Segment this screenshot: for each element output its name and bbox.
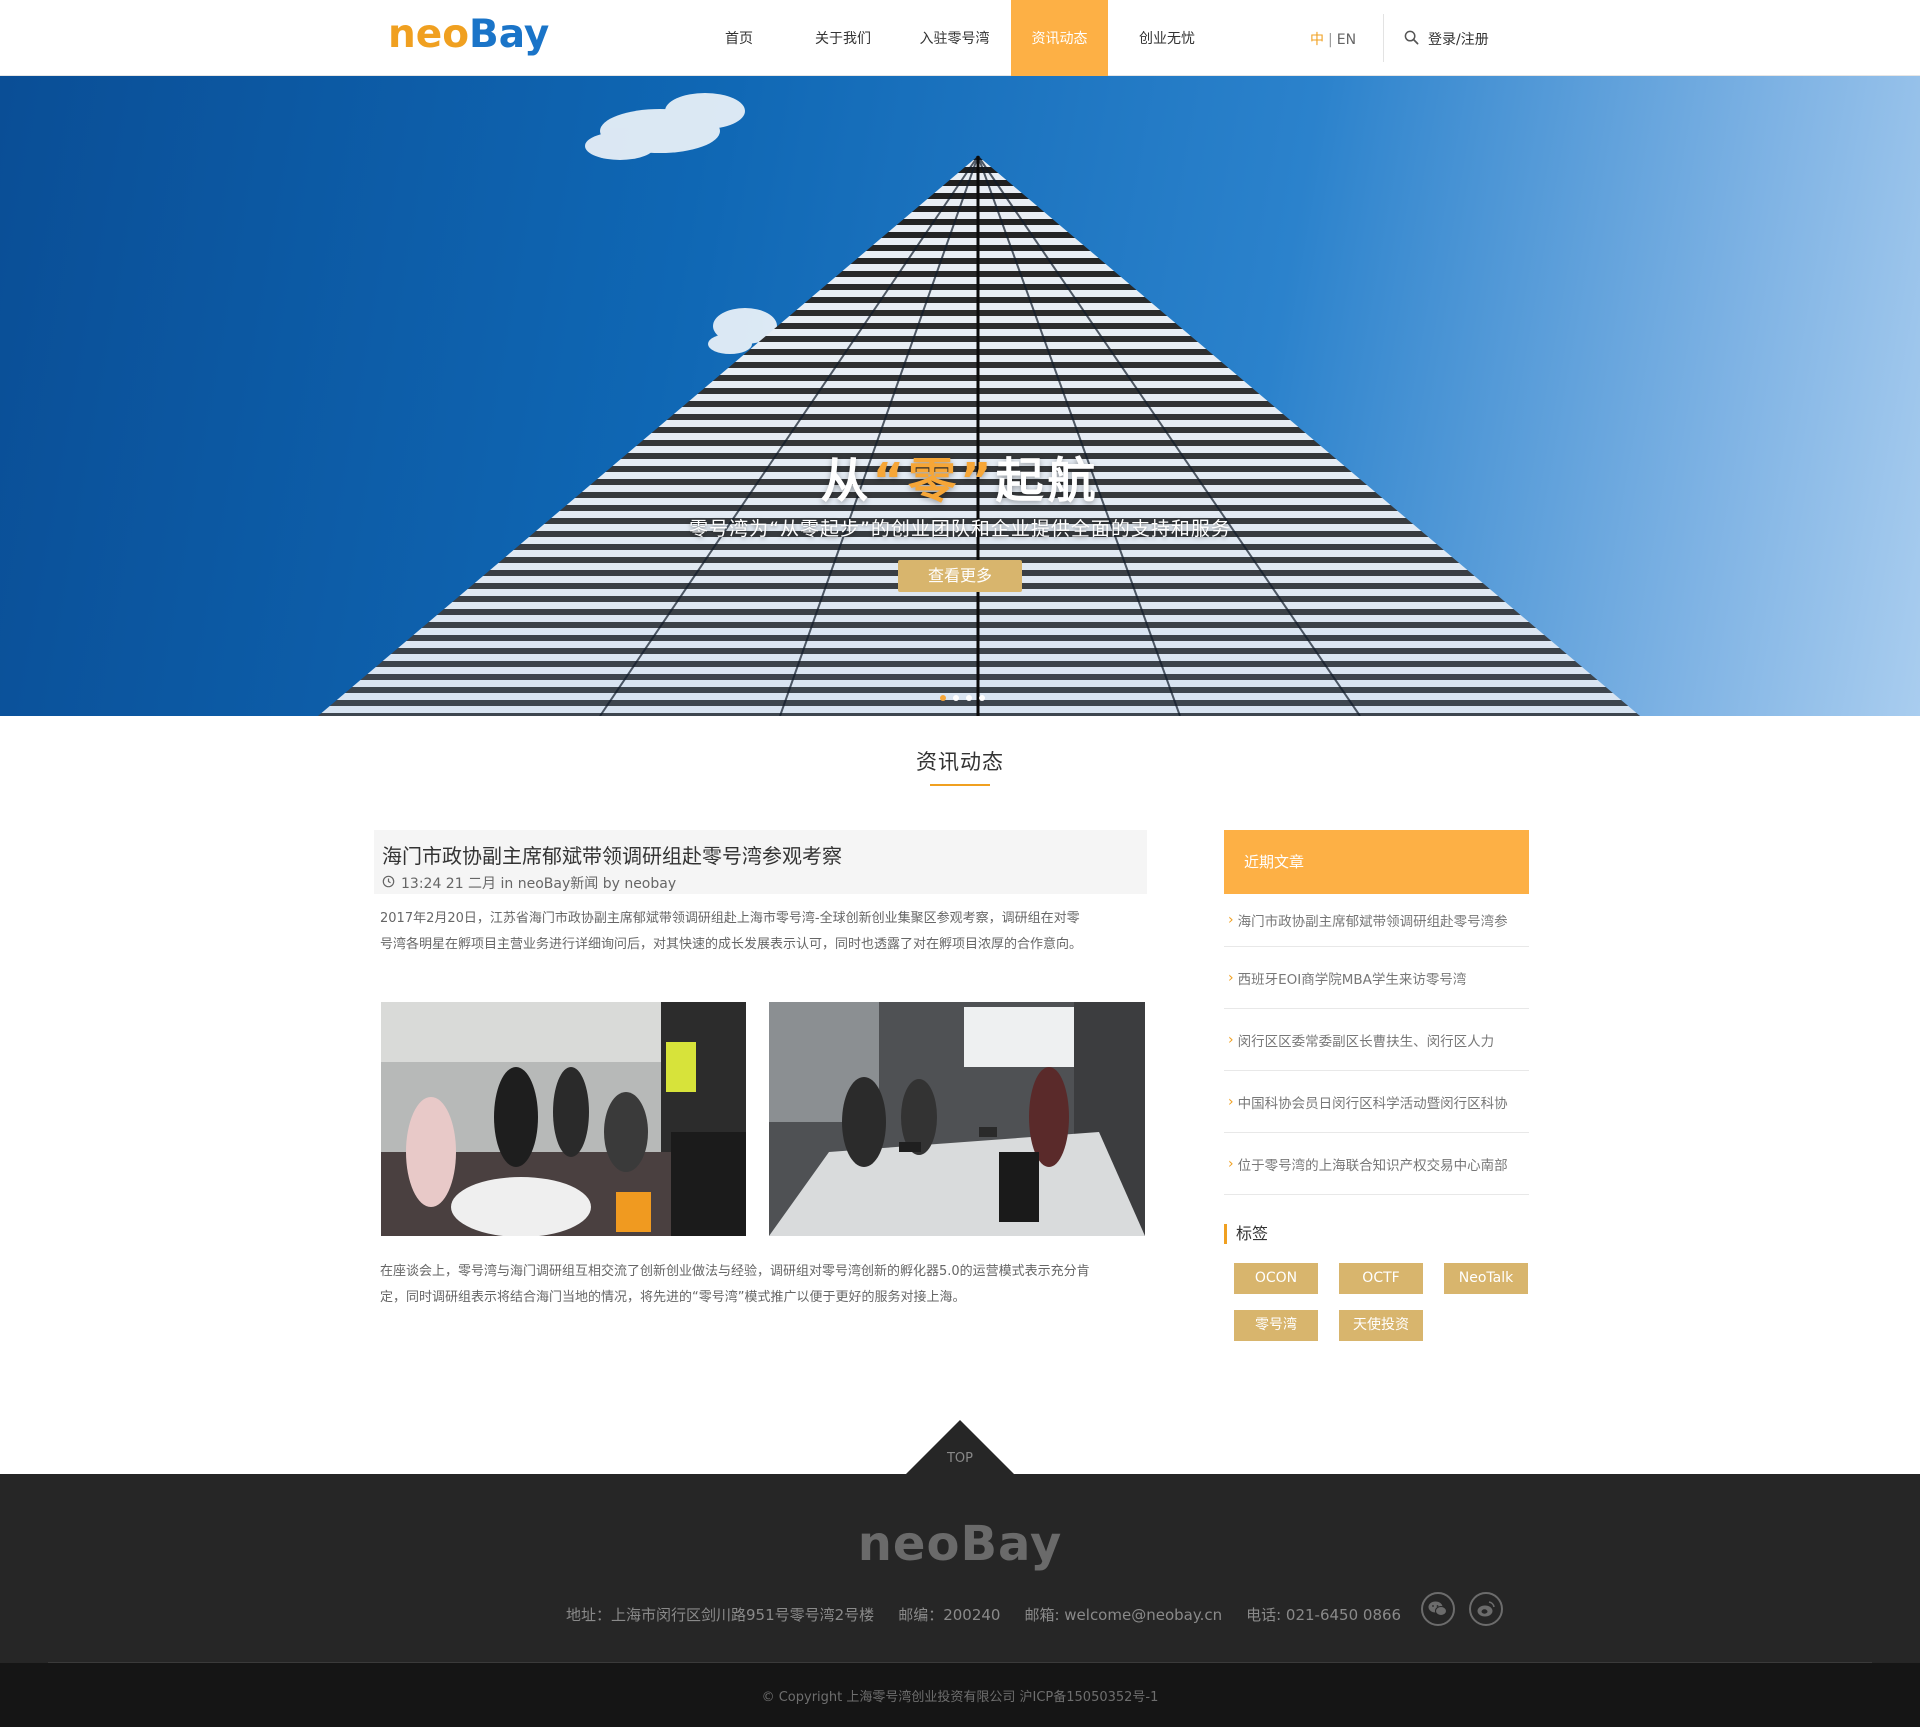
tag-neotalk[interactable]: NeoTalk: [1444, 1263, 1528, 1294]
site-header: neoBay 首页 关于我们 入驻零号湾 资讯动态 创业无忧 中 | EN 登录/注…: [0, 0, 1920, 76]
recent-post-title: 中国科协会员日闵行区科学活动暨闵行区科协: [1237, 1095, 1508, 1112]
tag-octf[interactable]: OCTF: [1339, 1263, 1423, 1294]
recent-post-item[interactable]: › 位于零号湾的上海联合知识产权交易中心南部: [1224, 1133, 1529, 1195]
hero-title-post: 起航: [995, 453, 1100, 509]
carousel-dot[interactable]: [966, 695, 972, 701]
section-underline: [930, 784, 990, 786]
article-paragraph-1: 2017年2月20日，江苏省海门市政协副主席郁斌带领调研组赴上海市零号湾-全球创…: [380, 906, 1150, 958]
chevron-right-icon: ›: [1228, 1031, 1234, 1048]
search-icon[interactable]: [1404, 30, 1419, 49]
main-nav: 首页 关于我们 入驻零号湾 资讯动态 创业无忧: [690, 0, 1226, 76]
tags-header: 标签: [1224, 1224, 1268, 1244]
language-switch: 中 | EN: [1310, 29, 1356, 49]
article-photo-1: [381, 1002, 746, 1236]
recent-post-item[interactable]: › 西班牙EOI商学院MBA学生来访零号湾: [1224, 947, 1529, 1009]
footer-phone: 电话: 021-6450 0866: [1246, 1606, 1402, 1624]
copyright-text: © Copyright 上海零号湾创业投资有限公司 沪ICP备15050352号…: [761, 1690, 1159, 1705]
hero-title-highlight: “零”: [872, 453, 996, 509]
footer-logo: neoBay: [857, 1516, 1063, 1572]
recent-post-title: 西班牙EOI商学院MBA学生来访零号湾: [1237, 971, 1467, 988]
tag-ocon[interactable]: OCON: [1234, 1263, 1318, 1294]
header-divider: [1383, 14, 1384, 62]
hero-subtitle: 零号湾为“从零起步”的创业团队和企业提供全面的支持和服务: [689, 518, 1231, 540]
nav-item-startup[interactable]: 创业无忧: [1108, 0, 1226, 76]
carousel-dot[interactable]: [953, 695, 959, 701]
recent-post-item[interactable]: › 海门市政协副主席郁斌带领调研组赴零号湾参: [1224, 894, 1529, 947]
hero-building-image: [318, 93, 1640, 716]
footer-contact-info: 地址：上海市闵行区剑川路951号零号湾2号楼 邮编：200240 邮箱: wel…: [566, 1604, 1401, 1625]
wechat-icon[interactable]: [1421, 1592, 1455, 1626]
clock-icon: [382, 875, 395, 892]
nav-item-home[interactable]: 首页: [690, 0, 788, 76]
nav-item-news[interactable]: 资讯动态: [1011, 0, 1108, 76]
footer-postcode: 邮编：200240: [898, 1606, 1001, 1624]
copyright-bar: © Copyright 上海零号湾创业投资有限公司 沪ICP备15050352号…: [0, 1663, 1920, 1727]
article-meta: 13:24 21 二月 in neoBay新闻 by neobay: [382, 873, 1139, 893]
hero-title-pre: 从: [820, 453, 873, 509]
recent-posts-header: 近期文章: [1224, 830, 1529, 894]
hero-banner: 从“零”起航 零号湾为“从零起步”的创业团队和企业提供全面的支持和服务 查看更多: [0, 76, 1920, 716]
cloud-shapes: [585, 93, 777, 354]
tag-neobay[interactable]: 零号湾: [1234, 1310, 1318, 1341]
recent-posts-list: › 海门市政协副主席郁斌带领调研组赴零号湾参 › 西班牙EOI商学院MBA学生来访零…: [1224, 894, 1529, 1195]
article-photo-2: [769, 1002, 1145, 1236]
footer-email[interactable]: 邮箱: welcome@neobay.cn: [1024, 1604, 1222, 1625]
section-title: 资讯动态: [916, 750, 1004, 774]
article-title[interactable]: 海门市政协副主席郁斌带领调研组赴零号湾参观考察: [382, 840, 1139, 869]
article-meta-text: 13:24 21 二月 in neoBay新闻 by neobay: [401, 876, 677, 892]
nav-item-about[interactable]: 关于我们: [788, 0, 898, 76]
logo-bay: Bay: [469, 12, 550, 57]
paragraph-line: 定，同时调研组表示将结合海门当地的情况，将先进的“零号湾”模式推广以便于更好的服…: [380, 1290, 966, 1305]
recent-post-item[interactable]: › 中国科协会员日闵行区科学活动暨闵行区科协: [1224, 1071, 1529, 1133]
view-more-button[interactable]: 查看更多: [898, 560, 1022, 592]
weibo-icon[interactable]: [1469, 1592, 1503, 1626]
lang-zh-link[interactable]: 中: [1310, 32, 1324, 48]
recent-post-title: 位于零号湾的上海联合知识产权交易中心南部: [1237, 1157, 1508, 1174]
chevron-right-icon: ›: [1228, 1155, 1234, 1172]
chevron-right-icon: ›: [1228, 1093, 1234, 1110]
recent-post-title: 海门市政协副主席郁斌带领调研组赴零号湾参: [1237, 914, 1508, 930]
paragraph-line: 号湾各明星在孵项目主营业务进行详细询问后，对其快速的成长发展表示认可，同时也透露…: [380, 937, 1083, 952]
carousel-dots: [940, 695, 985, 701]
lang-separator: |: [1328, 32, 1333, 48]
carousel-dot[interactable]: [940, 695, 946, 701]
nav-item-join[interactable]: 入驻零号湾: [898, 0, 1011, 76]
login-label: 登录/注册: [1428, 32, 1489, 48]
paragraph-line: 在座谈会上，零号湾与海门调研组互相交流了创新创业做法与经验，调研组对零号湾创新的…: [380, 1264, 1090, 1279]
chevron-right-icon: ›: [1228, 969, 1234, 986]
recent-post-item[interactable]: › 闵行区区委常委副区长曹扶生、闵行区人力: [1224, 1009, 1529, 1071]
carousel-dot[interactable]: [979, 695, 985, 701]
tag-angel-investment[interactable]: 天使投资: [1339, 1310, 1423, 1341]
back-to-top-label[interactable]: TOP: [906, 1451, 1014, 1466]
footer-address: 地址：上海市闵行区剑川路951号零号湾2号楼: [566, 1606, 875, 1624]
recent-post-title: 闵行区区委常委副区长曹扶生、闵行区人力: [1237, 1033, 1495, 1050]
logo-neo: neo: [388, 12, 470, 57]
hero-title: 从“零”起航: [0, 441, 1920, 511]
paragraph-line: 2017年2月20日，江苏省海门市政协副主席郁斌带领调研组赴上海市零号湾-全球创…: [380, 911, 1080, 926]
chevron-right-icon: ›: [1228, 912, 1234, 928]
article-header: 海门市政协副主席郁斌带领调研组赴零号湾参观考察 13:24 21 二月 in n…: [374, 830, 1147, 894]
lang-en-link[interactable]: EN: [1337, 32, 1356, 48]
site-footer: neoBay 地址：上海市闵行区剑川路951号零号湾2号楼 邮编：200240 …: [0, 1474, 1920, 1663]
site-logo[interactable]: neoBay: [388, 12, 549, 57]
login-link[interactable]: 登录/注册: [1404, 29, 1489, 49]
article-paragraph-2: 在座谈会上，零号湾与海门调研组互相交流了创新创业做法与经验，调研组对零号湾创新的…: [380, 1259, 1150, 1311]
